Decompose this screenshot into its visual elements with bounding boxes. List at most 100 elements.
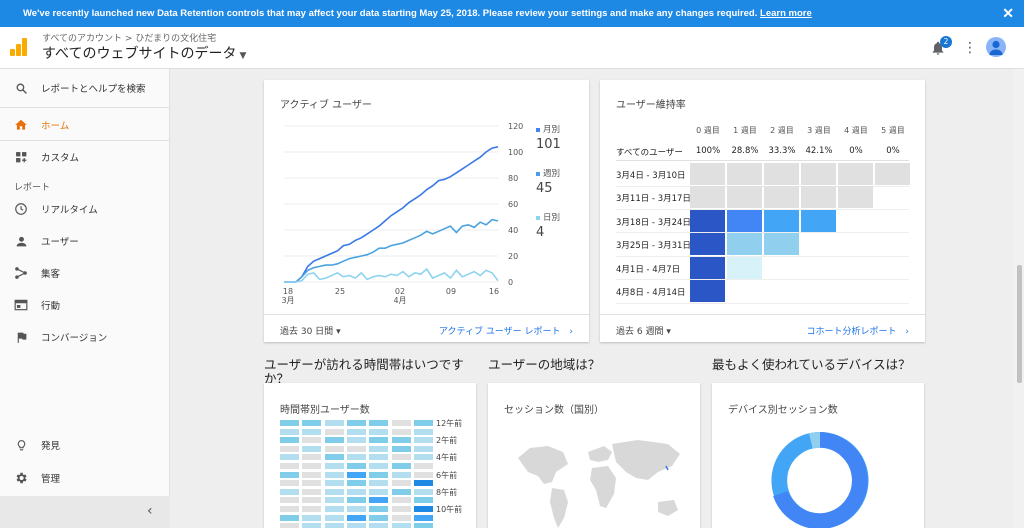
heatmap-cell [369,454,389,461]
sidebar-home-label: ホーム [41,121,70,132]
sidebar-admin-label: 管理 [41,474,61,485]
avatar[interactable] [986,37,1006,57]
week-header: 4 週目 [844,126,868,135]
y-tick-label: 0 [508,278,513,287]
heatmap-cell [346,454,366,461]
x-tick-sublabel: 3月 [281,296,294,305]
sidebar-item-discover[interactable]: 発見 [0,432,170,458]
cohort-cell [727,209,762,232]
sidebar-item-conversions[interactable]: コンバージョン [0,324,170,350]
table-divider [616,160,909,161]
scrollbar-thumb[interactable] [1017,265,1022,383]
y-tick-label: 20 [508,252,518,261]
series-line [284,218,499,283]
sidebar-item-custom[interactable]: カスタム [0,144,170,170]
x-tick-label: 02 [395,287,405,296]
cohort-cell [801,186,836,209]
cohort-cell [690,280,725,302]
card-footer: 過去 6 週間 ▾ コホート分析レポート › [600,314,925,342]
retention-value: 28.8% [731,146,759,156]
heatmap-cell [391,480,411,487]
sidebar: レポートとヘルプを検索 ホーム カスタム レポート リアルタイム ユーザー 集客… [0,69,170,528]
heatmap-cell [413,428,433,435]
sidebar-search[interactable]: レポートとヘルプを検索 [0,75,170,101]
x-tick-label: 16 [489,287,499,296]
heatmap-cell [369,488,389,495]
sidebar-item-admin[interactable]: 管理 [0,465,170,491]
heatmap-cell [391,488,411,495]
week-header: 0 週目 [696,126,720,135]
heatmap-cell [280,454,299,461]
legend-monthly: 月別 101 [536,123,561,152]
heatmap-cell [280,480,299,487]
learn-more-link[interactable]: Learn more [760,8,812,19]
chevron-left-icon: ‹ [147,503,153,519]
heatmap-cell [346,480,366,487]
week-header: 5 週目 [881,126,905,135]
heatmap-cell [391,428,411,435]
close-icon[interactable]: ✕ [1002,5,1014,22]
y-tick-label: 80 [508,174,518,183]
retention-value: 42.1% [805,146,833,156]
x-tick-label: 09 [446,287,456,296]
heatmap-cell [324,428,344,435]
sidebar-item-home[interactable]: ホーム [0,112,170,138]
heatmap-cell [391,471,411,478]
heatmap-cell [391,463,411,469]
heatmap-cell [369,428,389,435]
series-line [284,146,499,283]
date-range-selector[interactable]: 過去 30 日間 ▾ [280,324,341,337]
sidebar-divider [0,107,170,108]
cohort-row-label: 4月8日 - 4月14日 [616,288,686,298]
heatmap-cell [369,445,389,452]
home-icon [14,118,28,132]
heatmap-cell [280,471,299,478]
heatmap-cell [302,497,322,504]
heatmap-cell [280,420,299,426]
date-range-selector[interactable]: 過去 6 週間 ▾ [616,324,671,337]
heatmap-cell [280,523,299,528]
hour-label: 4午前 [436,453,458,463]
more-vert-icon[interactable]: ⋮ [963,41,977,55]
cohort-cell [690,233,725,256]
card-title: セッション数（国別） [504,405,604,416]
heatmap-cell [302,445,322,452]
heatmap-cell [369,420,389,426]
sidebar-custom-label: カスタム [41,153,80,164]
heatmap-cell [302,480,322,487]
sidebar-collapse-button[interactable]: ‹ [0,496,170,528]
heatmap-cell [302,471,322,478]
hour-label: 2午前 [436,436,458,446]
cohort-cell [801,163,836,185]
cohort-cell [690,256,725,279]
property-selector[interactable]: すべてのウェブサイトのデータ ▼ [42,43,246,63]
behavior-icon [14,298,28,312]
sidebar-users-label: ユーザー [41,237,79,248]
cohort-cell [764,209,799,232]
sidebar-item-realtime[interactable]: リアルタイム [0,196,170,222]
heatmap-cell [324,514,344,521]
date-range-label: 過去 6 週間 [616,327,664,337]
banner-message: We've recently launched new Data Retenti… [23,8,812,19]
heatmap-cell [346,420,366,426]
notification-badge: 2 [940,36,952,48]
sidebar-item-behavior[interactable]: 行動 [0,292,170,318]
week-header: 3 週目 [807,126,831,135]
sidebar-item-acquisition[interactable]: 集客 [0,260,170,286]
cohort-report-link[interactable]: コホート分析レポート › [807,324,910,337]
heatmap-cell [302,506,322,512]
legend-daily: 日別 4 [536,211,560,240]
y-tick-label: 60 [508,200,518,209]
heatmap-cell [346,463,366,469]
heatmap-cell [324,420,344,426]
legend-value: 101 [536,137,561,152]
cohort-cell [764,233,799,256]
active-users-report-link[interactable]: アクティブ ユーザー レポート › [439,324,573,337]
sidebar-item-users[interactable]: ユーザー [0,228,170,254]
hour-label: 6午前 [436,470,458,480]
retention-value: 0% [849,146,863,156]
device-donut-chart [771,431,869,528]
heatmap-cell [391,514,411,521]
chevron-right-icon: › [569,327,573,337]
heatmap-cell [369,514,389,521]
